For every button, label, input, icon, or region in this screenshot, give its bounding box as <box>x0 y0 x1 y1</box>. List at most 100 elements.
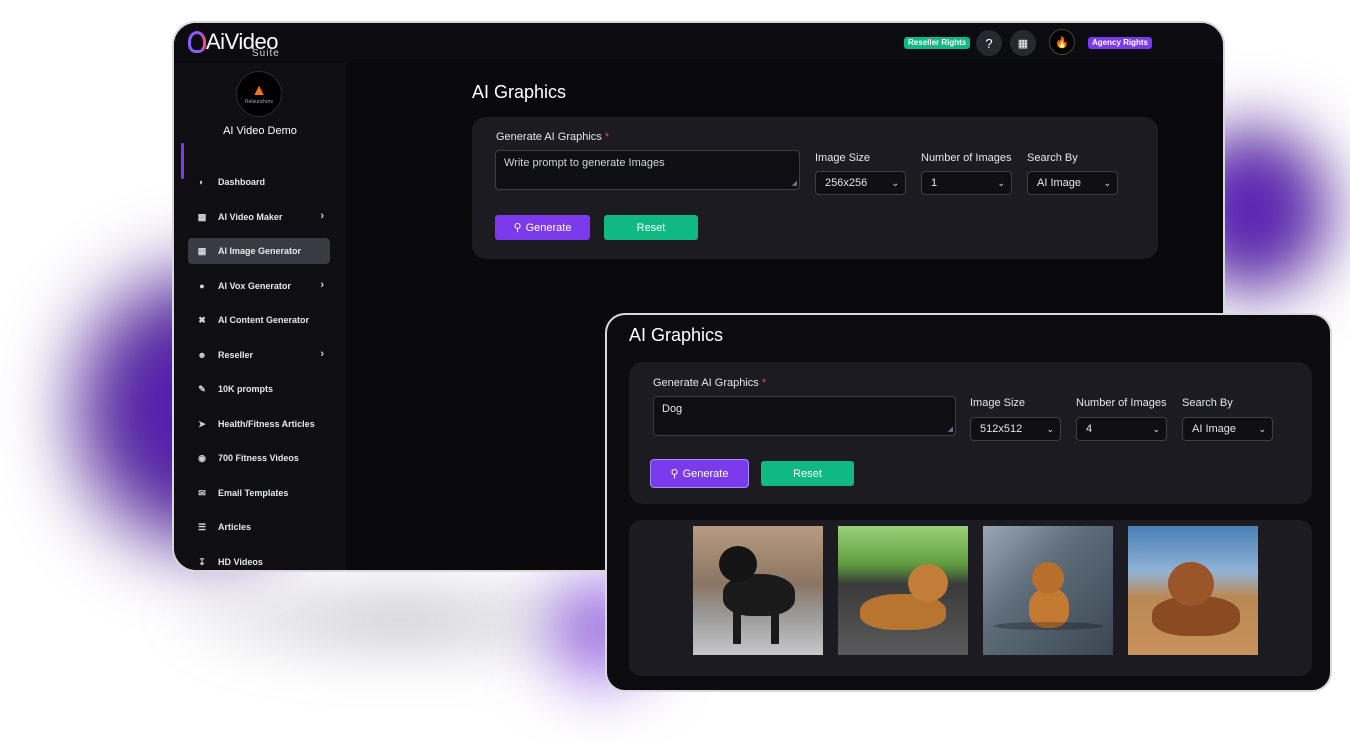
search-by-value: AI Image <box>1037 177 1082 189</box>
question-circle-icon: ? <box>985 35 993 51</box>
dog-leg-shape <box>771 610 779 644</box>
search-by-label: Search By <box>1027 152 1078 164</box>
chevron-down-icon: ⌄ <box>891 177 899 188</box>
num-images-value: 4 <box>1086 423 1093 435</box>
search-icon: ⚲ <box>513 222 522 234</box>
generate-button[interactable]: ⚲ Generate <box>651 460 748 487</box>
help-button[interactable]: ? <box>976 30 1002 56</box>
sidebar-item-label: Email Templates <box>218 488 289 498</box>
chevron-right-icon: › <box>320 210 324 222</box>
app-logo[interactable]: AiVideo Suite <box>188 29 298 59</box>
dog-head-shape <box>719 546 757 582</box>
search-icon: ⚲ <box>670 468 679 480</box>
play-circle-icon: ◉ <box>198 452 206 463</box>
chevron-down-icon: ⌄ <box>997 177 1005 188</box>
image-size-select[interactable]: 512x512 ⌄ <box>970 417 1061 441</box>
num-images-select[interactable]: 4 ⌄ <box>1076 417 1167 441</box>
chevron-down-icon: ⌄ <box>1103 177 1111 188</box>
sidebar-item-health-fitness-articles[interactable]: ➤ Health/Fitness Articles <box>188 411 330 437</box>
generated-image-dog-2[interactable] <box>838 526 968 655</box>
sidebar-item-label: AI Vox Generator <box>218 281 291 291</box>
num-images-label: Number of Images <box>921 152 1012 164</box>
dog-leg-shape <box>733 610 741 644</box>
chevron-right-icon: › <box>320 348 324 360</box>
sidebar-item-label: Articles <box>218 522 252 532</box>
generated-image-dog-4[interactable] <box>1128 526 1258 655</box>
prompt-placeholder: Write prompt to generate Images <box>504 157 665 169</box>
image-size-value: 256x256 <box>825 177 868 189</box>
drop-shadow <box>150 560 650 680</box>
store-icon: ▦ <box>1017 37 1029 50</box>
prompt-textarea[interactable]: Write prompt to generate Images ◢ <box>495 150 800 190</box>
reseller-rights-badge[interactable]: Reseller Rights <box>904 37 971 49</box>
sidebar-item-reseller[interactable]: ☻ Reseller › <box>188 342 330 368</box>
sidebar: ▲ Relaunchers AI Video Demo ◐ Dashboard … <box>174 63 346 570</box>
generate-button[interactable]: ⚲ Generate <box>495 215 590 240</box>
sidebar-item-ai-image-generator[interactable]: ▦ AI Image Generator <box>188 238 330 264</box>
resize-handle-icon[interactable]: ◢ <box>948 425 953 433</box>
page-title: AI Graphics <box>472 82 567 102</box>
list-icon: ☰ <box>197 521 207 532</box>
sidebar-item-700-fitness-videos[interactable]: ◉ 700 Fitness Videos <box>188 445 330 471</box>
sidebar-item-ai-video-maker[interactable]: ▩ AI Video Maker › <box>188 204 330 230</box>
sidebar-item-hd-videos[interactable]: ↧ HD Videos <box>188 549 330 570</box>
top-bar: AiVideo Suite Reseller Rights ? ▦ 🔥 Agen… <box>174 23 1223 63</box>
generate-card: Generate AI Graphics * Dog ◢ Image Size … <box>629 362 1312 504</box>
search-by-select[interactable]: AI Image ⌄ <box>1182 417 1273 441</box>
generate-label: Generate AI Graphics * <box>496 131 610 143</box>
reset-button[interactable]: Reset <box>604 215 698 240</box>
chevron-down-icon: ⌄ <box>1046 423 1054 434</box>
resize-handle-icon[interactable]: ◢ <box>792 179 797 187</box>
sidebar-item-articles[interactable]: ☰ Articles <box>188 514 330 540</box>
image-icon: ▦ <box>197 245 207 256</box>
chevron-down-icon: ⌄ <box>1258 423 1266 434</box>
send-icon: ➤ <box>198 418 206 429</box>
active-indicator <box>181 143 184 179</box>
user-avatar[interactable]: 🔥 <box>1049 29 1075 55</box>
image-size-select[interactable]: 256x256 ⌄ <box>815 171 906 195</box>
chevron-right-icon: › <box>320 279 324 291</box>
microphone-icon: ● <box>199 281 205 291</box>
sidebar-item-dashboard[interactable]: ◐ Dashboard <box>188 169 330 195</box>
sidebar-avatar: ▲ Relaunchers <box>236 71 282 117</box>
download-icon: ↧ <box>198 556 206 567</box>
sidebar-item-label: AI Content Generator <box>218 315 310 325</box>
generated-image-dog-3[interactable] <box>983 526 1113 655</box>
image-size-label: Image Size <box>815 152 871 164</box>
envelope-icon: ✉ <box>198 487 206 498</box>
sidebar-item-ai-content-generator[interactable]: ✖ AI Content Generator <box>188 307 330 333</box>
flame-logo-icon: ▲ <box>251 82 267 99</box>
logo-mark-icon <box>188 31 206 53</box>
tools-icon: ✖ <box>198 314 206 325</box>
search-by-label: Search By <box>1182 397 1233 409</box>
search-by-select[interactable]: AI Image ⌄ <box>1027 171 1118 195</box>
sidebar-item-label: HD Videos <box>218 557 263 567</box>
prompt-value: Dog <box>662 403 683 415</box>
sidebar-item-label: Reseller <box>218 350 254 360</box>
num-images-label: Number of Images <box>1076 397 1167 409</box>
sidebar-item-label: 10K prompts <box>218 384 274 394</box>
reset-button[interactable]: Reset <box>761 461 854 486</box>
sidebar-item-email-templates[interactable]: ✉ Email Templates <box>188 480 330 506</box>
sidebar-item-label: AI Image Generator <box>218 246 302 256</box>
num-images-select[interactable]: 1 ⌄ <box>921 171 1012 195</box>
dog-head-shape <box>1168 562 1214 606</box>
sidebar-item-ai-vox-generator[interactable]: ● AI Vox Generator › <box>188 273 330 299</box>
generate-card: Generate AI Graphics * Write prompt to g… <box>472 117 1158 259</box>
image-size-value: 512x512 <box>980 423 1023 435</box>
sidebar-item-label: 700 Fitness Videos <box>218 453 299 463</box>
avatar-brand-text: Relaunchers <box>244 99 274 105</box>
chevron-down-icon: ⌄ <box>1152 423 1160 434</box>
generate-label: Generate AI Graphics * <box>653 377 767 389</box>
logo-subtitle: Suite <box>252 48 280 59</box>
generated-image-dog-1[interactable] <box>693 526 823 655</box>
sidebar-item-10k-prompts[interactable]: ✎ 10K prompts <box>188 376 330 402</box>
video-icon: ▩ <box>197 211 207 222</box>
prompt-textarea[interactable]: Dog ◢ <box>653 396 956 436</box>
agency-rights-badge[interactable]: Agency Rights <box>1088 37 1153 49</box>
sidebar-item-label: AI Video Maker <box>218 212 283 222</box>
dog-head-shape <box>908 564 948 602</box>
store-button[interactable]: ▦ <box>1010 30 1036 56</box>
gauge-icon: ◐ <box>199 177 205 187</box>
sidebar-item-label: Health/Fitness Articles <box>218 419 315 429</box>
